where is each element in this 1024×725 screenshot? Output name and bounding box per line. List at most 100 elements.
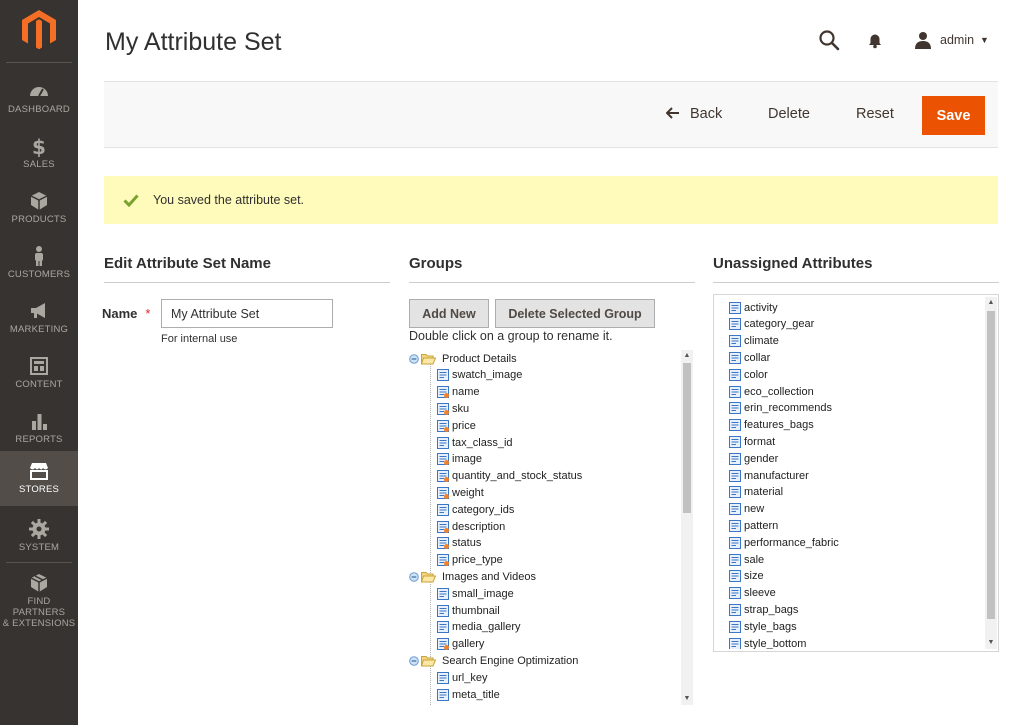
unassigned-attribute[interactable]: sale xyxy=(729,551,764,568)
sidebar-item-products[interactable]: PRODUCTS xyxy=(0,190,78,245)
unassigned-attribute-label: pattern xyxy=(744,519,779,532)
attribute-icon xyxy=(729,536,741,549)
tree-attribute[interactable]: small_image xyxy=(437,585,514,602)
system-attribute-icon xyxy=(437,638,449,651)
collapse-toggle-icon[interactable] xyxy=(409,656,419,666)
tree-attribute[interactable]: url_key xyxy=(437,669,487,686)
section-divider xyxy=(104,282,390,283)
unassigned-attribute-label: features_bags xyxy=(744,419,814,432)
unassigned-attribute[interactable]: style_bottom xyxy=(729,635,806,649)
unassigned-attribute[interactable]: manufacturer xyxy=(729,467,809,484)
unassigned-attribute[interactable]: strap_bags xyxy=(729,601,798,618)
sidebar-item-stores[interactable]: STORES xyxy=(0,451,78,506)
bell-icon[interactable] xyxy=(866,31,884,49)
tree-attribute-label: meta_title xyxy=(452,688,500,701)
unassigned-attribute[interactable]: pattern xyxy=(729,517,778,534)
attribute-icon xyxy=(437,587,449,600)
sidebar-item-customers[interactable]: CUSTOMERS xyxy=(0,245,78,300)
attribute-set-name-input[interactable] xyxy=(161,299,333,328)
tree-attribute[interactable]: weight xyxy=(437,484,484,501)
add-new-group-button[interactable]: Add New xyxy=(409,299,489,328)
delete-selected-group-button[interactable]: Delete Selected Group xyxy=(495,299,655,328)
sidebar-item-marketing[interactable]: MARKETING xyxy=(0,300,78,355)
unassigned-attribute[interactable]: gender xyxy=(729,450,778,467)
unassigned-attribute[interactable]: eco_collection xyxy=(729,383,814,400)
tree-attribute[interactable]: swatch_image xyxy=(437,367,522,384)
unassigned-attribute[interactable]: features_bags xyxy=(729,417,814,434)
unassigned-attribute-label: sleeve xyxy=(744,587,776,600)
tree-attribute[interactable]: meta_title xyxy=(437,686,500,703)
folder-open-icon xyxy=(421,571,436,583)
sidebar-item-system[interactable]: SYSTEM xyxy=(0,518,78,573)
tree-attribute[interactable]: quantity_and_stock_status xyxy=(437,468,582,485)
system-attribute-icon xyxy=(437,537,449,550)
unassigned-scrollbar[interactable]: ▲ ▼ xyxy=(985,297,997,649)
unassigned-attribute[interactable]: collar xyxy=(729,349,770,366)
tree-attribute[interactable]: price_type xyxy=(437,552,503,569)
scroll-down-icon[interactable]: ▼ xyxy=(683,695,691,703)
name-label-text: Name xyxy=(102,306,138,321)
tree-group[interactable]: Product Details xyxy=(409,350,517,367)
scroll-up-icon[interactable]: ▲ xyxy=(987,299,995,307)
tree-attribute[interactable]: media_gallery xyxy=(437,619,520,636)
tree-group[interactable]: Images and Videos xyxy=(409,568,536,585)
magento-logo-icon[interactable] xyxy=(22,10,56,50)
tree-attribute[interactable]: name xyxy=(437,384,480,401)
sidebar-item-label: REPORTS xyxy=(15,434,63,445)
tree-attribute[interactable]: category_ids xyxy=(437,501,514,518)
unassigned-attribute[interactable]: format xyxy=(729,433,775,450)
scroll-thumb[interactable] xyxy=(987,311,995,619)
tree-attribute-label: status xyxy=(452,537,482,550)
sidebar-item-content[interactable]: CONTENT xyxy=(0,355,78,410)
unassigned-attribute[interactable]: performance_fabric xyxy=(729,534,839,551)
unassigned-attribute[interactable]: style_bags xyxy=(729,618,797,635)
attribute-icon xyxy=(729,318,741,331)
attribute-icon xyxy=(729,620,741,633)
tree-attribute[interactable]: tax_class_id xyxy=(437,434,513,451)
sidebar-item-dashboard[interactable]: DASHBOARD xyxy=(0,80,78,135)
unassigned-attribute[interactable]: category_gear xyxy=(729,316,814,333)
tree-attribute[interactable]: image xyxy=(437,451,482,468)
back-button[interactable]: Back xyxy=(665,106,722,122)
unassigned-attribute[interactable]: material xyxy=(729,484,783,501)
tree-attribute[interactable]: gallery xyxy=(437,636,484,653)
unassigned-attribute[interactable]: size xyxy=(729,568,764,585)
user-menu[interactable]: admin ▼ xyxy=(914,30,989,50)
tree-attribute-label: image xyxy=(452,453,482,466)
unassigned-attribute[interactable]: erin_recommends xyxy=(729,400,832,417)
groups-tree[interactable]: Product Details swatch_image name sku price t… xyxy=(409,350,681,705)
collapse-toggle-icon[interactable] xyxy=(409,572,419,582)
collapse-toggle-icon[interactable] xyxy=(409,353,419,364)
scroll-up-icon[interactable]: ▲ xyxy=(683,352,691,360)
save-button[interactable]: Save xyxy=(922,96,985,135)
unassigned-attribute[interactable]: activity xyxy=(729,299,778,316)
reset-button[interactable]: Reset xyxy=(856,106,894,122)
tree-attribute[interactable]: status xyxy=(437,535,481,552)
tree-attribute[interactable]: thumbnail xyxy=(437,602,500,619)
sidebar-item-label: MARKETING xyxy=(9,324,69,335)
scroll-thumb[interactable] xyxy=(683,363,691,513)
tree-attribute[interactable]: sku xyxy=(437,400,469,417)
delete-button[interactable]: Delete xyxy=(768,106,810,122)
tree-attribute[interactable]: description xyxy=(437,518,505,535)
unassigned-tree[interactable]: activity category_gear climate collar color e… xyxy=(726,299,981,649)
scroll-down-icon[interactable]: ▼ xyxy=(987,639,995,647)
search-icon[interactable] xyxy=(818,29,840,51)
page-title: My Attribute Set xyxy=(105,28,282,56)
unassigned-attribute-label: category_gear xyxy=(744,318,815,331)
user-icon xyxy=(915,32,931,49)
unassigned-attribute[interactable]: sleeve xyxy=(729,585,776,602)
unassigned-attribute[interactable]: color xyxy=(729,366,768,383)
attribute-icon xyxy=(729,335,741,348)
unassigned-attribute[interactable]: climate xyxy=(729,333,779,350)
groups-title: Groups xyxy=(409,255,463,272)
sidebar-item-find-partners[interactable]: FIND PARTNERS & EXTENSIONS xyxy=(0,572,78,629)
groups-scrollbar[interactable]: ▲ ▼ xyxy=(681,350,693,705)
svg-text:$: $ xyxy=(32,135,46,157)
section-divider xyxy=(409,282,695,283)
sidebar-item-sales[interactable]: $ SALES xyxy=(0,135,78,190)
unassigned-attribute[interactable]: new xyxy=(729,501,764,518)
tree-group[interactable]: Search Engine Optimization xyxy=(409,652,578,669)
tree-attribute-label: price xyxy=(452,419,476,432)
tree-attribute[interactable]: price xyxy=(437,417,476,434)
